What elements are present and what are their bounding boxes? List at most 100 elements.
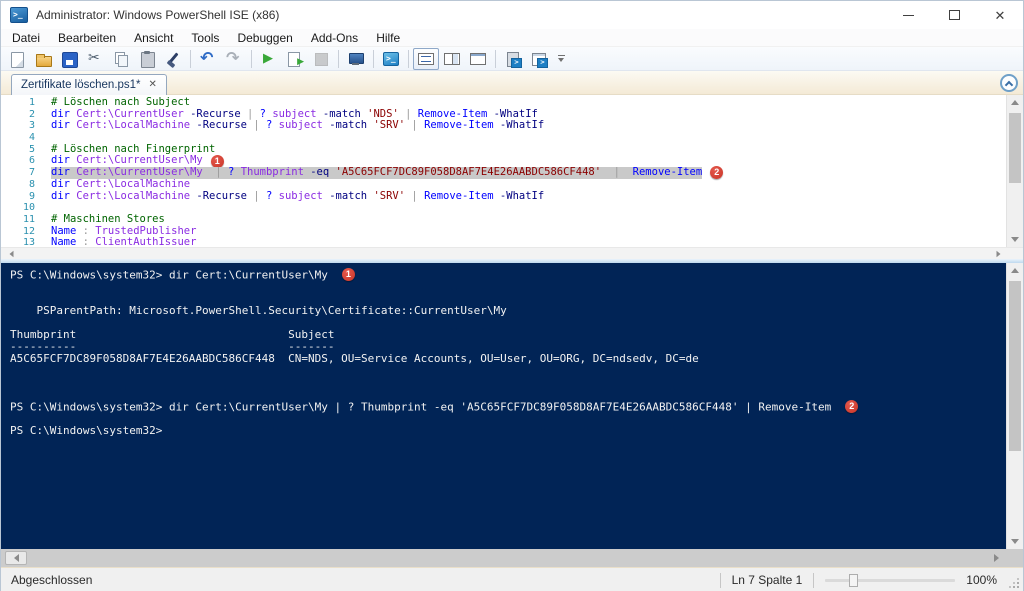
maximize-button[interactable] (931, 1, 977, 29)
status-text: Abgeschlossen (11, 573, 92, 587)
scroll-up-icon[interactable] (1007, 100, 1023, 105)
statusbar-right: Ln 7 Spalte 1 100% (720, 573, 1013, 588)
menu-debuggen[interactable]: Debuggen (228, 29, 301, 46)
undo-icon (199, 50, 217, 68)
menu-ansicht[interactable]: Ansicht (125, 29, 182, 46)
cut-button[interactable] (82, 48, 108, 70)
resize-grip[interactable] (1017, 586, 1019, 588)
minimize-button[interactable] (885, 1, 931, 29)
new-file-icon (8, 50, 26, 68)
tab-label: Zertifikate löschen.ps1* (21, 79, 141, 91)
save-button[interactable] (56, 48, 82, 70)
line-number: 2 (1, 109, 35, 121)
scroll-right-icon[interactable] (994, 554, 999, 562)
run-icon (260, 50, 278, 68)
paste-icon (138, 50, 156, 68)
menu-bar: DateiBearbeitenAnsichtToolsDebuggenAdd-O… (1, 29, 1023, 47)
console-line-10 (10, 377, 1006, 389)
close-icon (995, 9, 1006, 22)
code-text: dir Cert:\LocalMachine -Recurse | ? subj… (51, 191, 544, 203)
scroll-down-icon[interactable] (1007, 539, 1023, 544)
console-line-8: A5C65FCF7DC89F058D8AF7E4E26AABDC586CF448… (10, 353, 1006, 365)
copy-button[interactable] (108, 48, 134, 70)
editor-line-9[interactable]: 9 dir Cert:\LocalMachine -Recurse | ? sub… (1, 191, 1006, 203)
console-text: PS C:\Windows\system32> dir Cert:\Curren… (10, 269, 328, 282)
zoom-level: 100% (966, 573, 997, 587)
powershell-window-icon (530, 50, 548, 68)
editor-vertical-scrollbar[interactable] (1006, 95, 1023, 247)
status-bar: Abgeschlossen Ln 7 Spalte 1 100% (1, 567, 1023, 591)
powershell-icon (382, 50, 400, 68)
powershell-tab-icon (504, 50, 522, 68)
open-script-button[interactable] (30, 48, 56, 70)
chevron-up-icon (1005, 80, 1013, 88)
line-number: 9 (1, 191, 35, 203)
toolbar-separator (338, 50, 339, 68)
menu-datei[interactable]: Datei (3, 29, 49, 46)
toolbar-overflow-button[interactable] (554, 48, 568, 70)
scroll-left-icon (14, 554, 19, 562)
window-title: Administrator: Windows PowerShell ISE (x… (36, 8, 279, 22)
new-powershell-tab-button[interactable] (500, 48, 526, 70)
start-powershell-button[interactable] (378, 48, 404, 70)
console-vertical-scrollbar[interactable] (1006, 263, 1023, 549)
editor-line-3[interactable]: 3dir Cert:\LocalMachine -Recurse | ? sub… (1, 120, 1006, 132)
menu-tools[interactable]: Tools (182, 29, 228, 46)
zoom-slider-thumb[interactable] (849, 574, 858, 587)
editor-horizontal-scrollbar[interactable] (1, 247, 1023, 259)
editor-lines[interactable]: 1# Löschen nach Subject2dir Cert:\Curren… (1, 95, 1006, 247)
powershell-ise-window: Administrator: Windows PowerShell ISE (x… (0, 0, 1024, 591)
stop-operation-button[interactable] (308, 48, 334, 70)
show-script-pane-top-button[interactable] (413, 48, 439, 70)
console-text: PS C:\Windows\system32> (10, 424, 162, 437)
undo-button[interactable] (195, 48, 221, 70)
line-number: 7 (1, 167, 35, 179)
code-text: Name : ClientAuthIssuer (51, 237, 196, 247)
show-script-pane-right-button[interactable] (439, 48, 465, 70)
menu-bearbeiten[interactable]: Bearbeiten (49, 29, 125, 46)
run-script-button[interactable] (256, 48, 282, 70)
toolbar (1, 47, 1023, 71)
scroll-right-icon[interactable] (997, 251, 1001, 257)
tab-close-icon[interactable]: ✕ (149, 80, 157, 90)
toolbar-buttons (4, 47, 552, 70)
redo-icon (225, 50, 243, 68)
title-bar[interactable]: Administrator: Windows PowerShell ISE (x… (1, 1, 1023, 29)
line-number: 12 (1, 226, 35, 238)
cursor-position: Ln 7 Spalte 1 (732, 573, 803, 587)
console-horizontal-scrollbar[interactable] (1, 549, 1023, 567)
console-pane[interactable]: PS C:\Windows\system32> dir Cert:\Curren… (1, 263, 1006, 549)
clear-console-button[interactable] (160, 48, 186, 70)
line-number: 1 (1, 97, 35, 109)
new-remote-powershell-tab-button[interactable] (343, 48, 369, 70)
code-text: dir Cert:\LocalMachine -Recurse | ? subj… (51, 120, 544, 132)
scroll-left-icon[interactable] (10, 251, 14, 257)
collapse-script-pane-button[interactable] (1000, 74, 1018, 92)
console-line-4: PSParentPath: Microsoft.PowerShell.Secur… (10, 305, 1006, 317)
run-selection-button[interactable] (282, 48, 308, 70)
scroll-down-icon[interactable] (1007, 237, 1023, 242)
toolbar-separator (408, 50, 409, 68)
menu-hilfe[interactable]: Hilfe (367, 29, 409, 46)
editor-annotation-badge-2: 2 (710, 166, 723, 179)
console-scrollbar-thumb[interactable] (1009, 281, 1021, 451)
powershell-app-icon (10, 7, 28, 23)
show-console-pane-button[interactable] (526, 48, 552, 70)
console-text: PS C:\Windows\system32> dir Cert:\Curren… (10, 401, 831, 414)
new-script-button[interactable] (4, 48, 30, 70)
redo-button[interactable] (221, 48, 247, 70)
console-line-11 (10, 389, 1006, 401)
tab-zertifikate-loeschen[interactable]: Zertifikate löschen.ps1* ✕ (11, 74, 167, 95)
close-button[interactable] (977, 1, 1023, 29)
menu-add-ons[interactable]: Add-Ons (302, 29, 367, 46)
scroll-left-button[interactable] (5, 551, 27, 565)
editor-line-13[interactable]: 13Name : ClientAuthIssuer (1, 237, 1006, 247)
console-annotation-badge-2: 2 (845, 400, 858, 413)
console-line-1: PS C:\Windows\system32> dir Cert:\Curren… (10, 269, 1006, 281)
editor-scrollbar-thumb[interactable] (1009, 113, 1021, 183)
paste-button[interactable] (134, 48, 160, 70)
show-script-pane-maximized-button[interactable] (465, 48, 491, 70)
zoom-slider[interactable] (825, 579, 955, 582)
statusbar-divider (720, 573, 721, 588)
scroll-up-icon[interactable] (1007, 268, 1023, 273)
